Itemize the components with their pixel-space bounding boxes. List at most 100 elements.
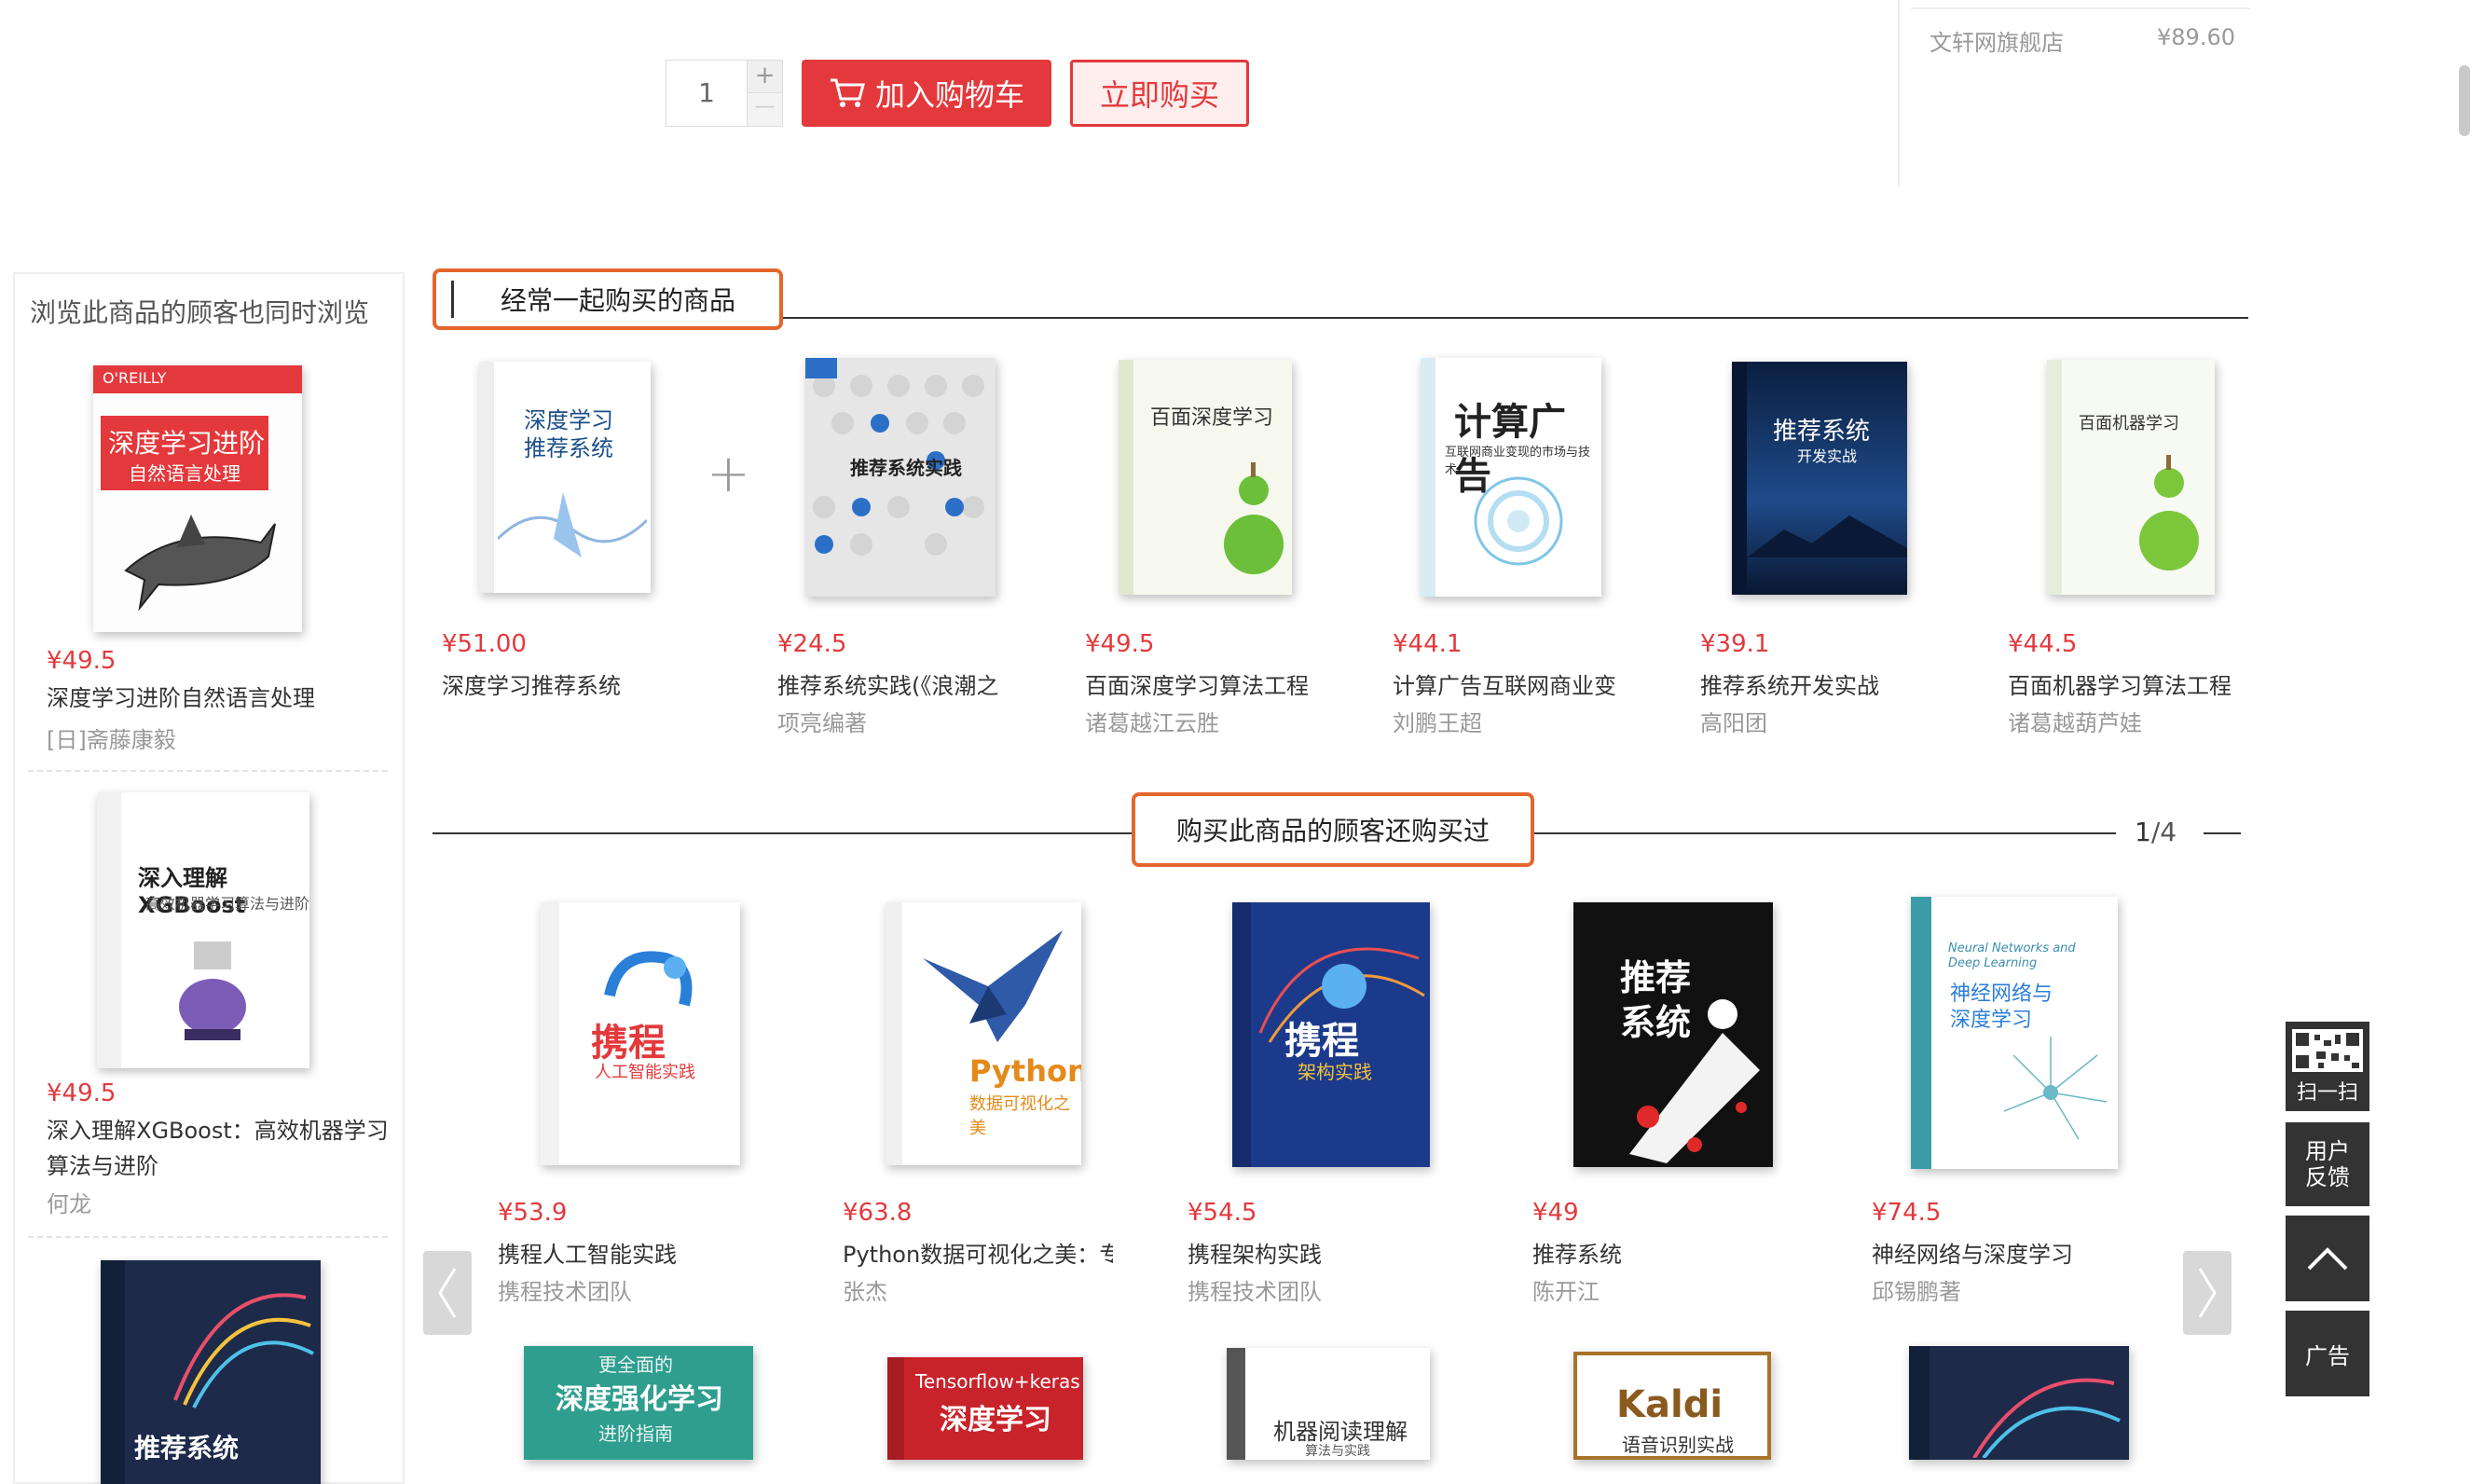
next-row-cover-1[interactable]: 更全面的 深度强化学习 进阶指南 <box>524 1346 753 1460</box>
store-name[interactable]: 文轩网旗舰店 <box>1930 24 2064 57</box>
quantity-input[interactable]: 1 <box>666 61 747 126</box>
feedback-label-1: 用户 <box>2305 1138 2350 1164</box>
bundle-item-5-author[interactable]: 高阳团 <box>1700 705 1767 737</box>
sidebar-item-1-price: ¥49.5 <box>47 647 117 675</box>
next-row-cover-2[interactable]: Tensorflow+keras 深度学习 <box>887 1357 1083 1460</box>
bundle-item-3-cover[interactable]: 百面深度学习 <box>1119 360 1292 595</box>
bundle-item-3-title[interactable]: 百面深度学习算法工程 <box>1085 667 1329 700</box>
add-to-cart-button[interactable]: 加入购物车 <box>802 60 1051 127</box>
sidebar-item-2-author[interactable]: 何龙 <box>47 1186 91 1218</box>
also-bought-line-end <box>2204 832 2241 834</box>
cart-icon <box>830 78 865 107</box>
also-bought-item-1-cover[interactable]: 携程 人工智能实践 <box>541 902 740 1165</box>
mountain-illustration <box>1747 515 1907 557</box>
also-bought-item-1-author[interactable]: 携程技术团队 <box>498 1273 632 1306</box>
store-panel-line <box>1911 7 2250 9</box>
sidebar-item-1-cover[interactable]: O'REILLY 深度学习进阶 自然语言处理 <box>93 365 302 632</box>
bundle-item-4-price: ¥44.1 <box>1393 630 1463 658</box>
bundle-heading: 经常一起购买的商品 <box>433 268 783 330</box>
bundle-item-2-title[interactable]: 推荐系统实践(《浪潮之 <box>777 667 1022 700</box>
sidebar-item-1-author[interactable]: [日]斋藤康毅 <box>47 721 176 754</box>
back-to-top-button[interactable] <box>2286 1216 2369 1301</box>
also-bought-item-4-author[interactable]: 陈开江 <box>1532 1273 1600 1306</box>
also-bought-item-4-price: ¥49 <box>1532 1199 1579 1227</box>
bundle-heading-label: 经常一起购买的商品 <box>501 285 736 316</box>
also-bought-item-2-title[interactable]: Python数据可视化之美：专 <box>843 1236 1113 1269</box>
sidebar-item-3-cover[interactable]: 推荐系统 <box>101 1260 321 1484</box>
sidebar-item-1-title[interactable]: 深度学习进阶自然语言处理 <box>47 680 401 716</box>
bundle-item-2-price: ¥24.5 <box>777 630 847 658</box>
bundle-item-6-title[interactable]: 百面机器学习算法工程 <box>2008 667 2252 700</box>
ad-label: 广告 <box>2305 1342 2350 1369</box>
also-bought-item-5-cover[interactable]: Neural Networks and Deep Learning 神经网络与 … <box>1911 897 2118 1169</box>
also-bought-item-3-cover[interactable]: 携程 架构实践 <box>1232 902 1430 1167</box>
also-bought-item-2-author[interactable]: 张杰 <box>843 1273 887 1306</box>
scan-label: 扫一扫 <box>2296 1081 2358 1105</box>
also-bought-item-1-title[interactable]: 携程人工智能实践 <box>498 1236 777 1269</box>
octopus-illustration <box>1629 999 1760 1163</box>
add-to-cart-label: 加入购物车 <box>874 77 1024 113</box>
also-bought-item-5-author[interactable]: 邱锡鹏著 <box>1872 1273 1961 1306</box>
also-bought-item-2-cover[interactable]: Python 数据可视化之美 <box>886 902 1081 1165</box>
bundle-item-2-cover[interactable]: 推荐系统实践 <box>805 358 996 597</box>
decrease-button[interactable]: — <box>747 93 782 126</box>
bundle-item-3-price: ¥49.5 <box>1085 630 1155 658</box>
cover-title: 深度强化学习 <box>556 1383 723 1416</box>
sidebar-item-2-price: ¥49.5 <box>47 1079 117 1107</box>
next-row-cover-3[interactable]: 机器阅读理解 算法与实践 <box>1227 1348 1430 1460</box>
cover-subtitle: 开发实战 <box>1797 447 1858 465</box>
heading-accent-bar <box>451 281 454 318</box>
cover-title: Python <box>969 1053 1081 1089</box>
next-row-cover-4[interactable]: Kaldi 语音识别实战 <box>1573 1352 1771 1460</box>
pager-total: /4 <box>2150 817 2177 847</box>
cover-title: 推荐系统实践 <box>850 457 962 479</box>
also-bought-pager: 1/4 <box>2135 817 2177 847</box>
bundle-item-5-cover[interactable]: 推荐系统 开发实战 <box>1732 362 1907 595</box>
bundle-item-2-author[interactable]: 项亮编著 <box>777 705 867 737</box>
bundle-plus-icon: + <box>707 444 750 504</box>
bundle-item-4-title[interactable]: 计算广告互联网商业变 <box>1393 667 1637 700</box>
also-bought-item-3-author[interactable]: 携程技术团队 <box>1188 1273 1322 1306</box>
eagle-illustration <box>923 930 1063 1042</box>
also-bought-item-4-cover[interactable]: 推荐 系统 <box>1573 902 1773 1167</box>
sidebar-item-2-title[interactable]: 深入理解XGBoost：高效机器学习算法与进阶 <box>47 1113 401 1184</box>
bundle-item-1-price: ¥51.00 <box>442 630 527 658</box>
user-feedback-button[interactable]: 用户 反馈 <box>2286 1122 2369 1206</box>
robot-illustration <box>179 941 246 1040</box>
carousel-prev-button[interactable] <box>423 1251 472 1335</box>
gourd-illustration <box>2139 455 2199 570</box>
also-bought-item-3-price: ¥54.5 <box>1188 1199 1257 1227</box>
sidebar-item-2-cover[interactable]: 深入理解XGBoost 高效机器学习算法与进阶 <box>97 792 309 1068</box>
cover-english-title: Neural Networks and Deep Learning <box>1948 941 2076 970</box>
also-bought-item-4-title[interactable]: 推荐系统 <box>1532 1236 1812 1269</box>
cover-swirl <box>173 1293 314 1408</box>
bundle-item-3-author[interactable]: 诸葛越江云胜 <box>1085 705 1219 737</box>
bundle-item-6-author[interactable]: 诸葛越葫芦娃 <box>2008 705 2142 737</box>
also-bought-item-5-title[interactable]: 神经网络与深度学习 <box>1872 1236 2151 1269</box>
cover-subtitle: 进阶指南 <box>598 1422 673 1445</box>
quantity-stepper[interactable]: 1 + — <box>666 60 783 127</box>
also-bought-heading-label: 购买此商品的顾客还购买过 <box>1175 816 1490 846</box>
next-row-cover-5[interactable] <box>1909 1346 2129 1460</box>
also-bought-item-3-title[interactable]: 携程架构实践 <box>1188 1236 1467 1269</box>
bundle-item-4-cover[interactable]: 计算广告 互联网商业变现的市场与技术 <box>1421 358 1601 597</box>
bundle-item-4-author[interactable]: 刘鹏王超 <box>1393 705 1482 737</box>
scan-qr-button[interactable]: 扫一扫 <box>2286 1022 2369 1111</box>
cover-top: 更全面的 <box>598 1353 673 1376</box>
buy-now-button[interactable]: 立即购买 <box>1070 60 1249 127</box>
bundle-item-5-title[interactable]: 推荐系统开发实战 <box>1700 667 1944 700</box>
increase-button[interactable]: + <box>747 61 782 93</box>
bundle-item-1-title[interactable]: 深度学习推荐系统 <box>442 667 721 700</box>
ad-button[interactable]: 广告 <box>2286 1311 2369 1396</box>
cover-title: 深度学习 推荐系统 <box>524 407 613 461</box>
also-bought-line-right <box>1534 832 2116 834</box>
cover-subtitle: 语音识别实战 <box>1622 1434 1734 1456</box>
cover-title: 推荐系统 <box>134 1433 240 1463</box>
cover-title: 百面机器学习 <box>2079 414 2179 433</box>
buy-now-label: 立即购买 <box>1099 77 1219 113</box>
cover-title: 百面深度学习 <box>1150 406 1274 430</box>
bundle-item-1-cover[interactable]: 深度学习 推荐系统 <box>479 362 651 593</box>
bundle-item-6-cover[interactable]: 百面机器学习 <box>2047 360 2215 595</box>
scrollbar-thumb[interactable] <box>2459 65 2470 136</box>
carousel-next-button[interactable] <box>2183 1251 2232 1335</box>
